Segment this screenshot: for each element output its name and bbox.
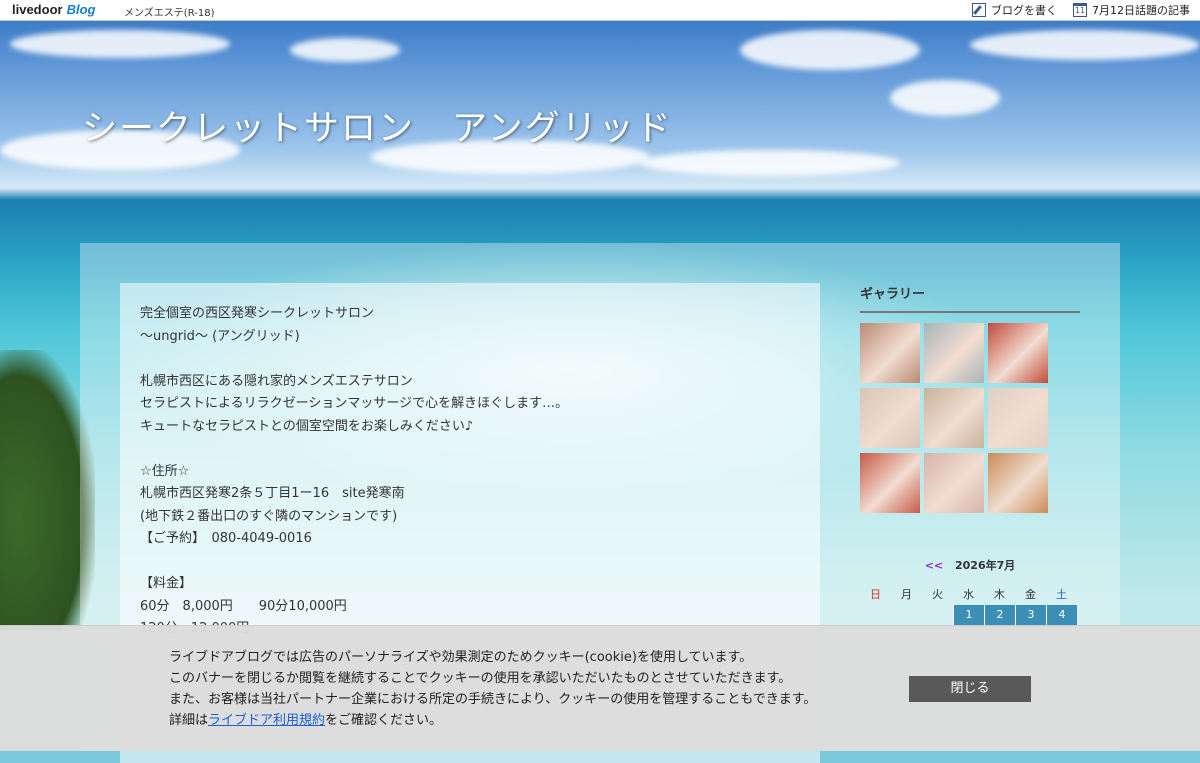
calendar-header: << 2026年7月 (860, 557, 1080, 573)
gallery-thumbnail[interactable] (860, 453, 920, 513)
cookie-detail-prefix: 詳細は (169, 713, 209, 728)
article-line: キュートなセラピストとの個室空間をお楽しみください♪ (140, 418, 474, 434)
calendar-month: 2026年7月 (955, 559, 1016, 572)
calendar-prev-link[interactable]: << (925, 559, 943, 572)
cookie-close-button[interactable]: 閉じる (909, 676, 1031, 702)
article-line: 札幌市西区発寒2条５丁目1ー16 site発寒南 (140, 486, 405, 501)
write-blog-link[interactable]: ブログを書く (972, 2, 1057, 18)
gallery-thumbnail[interactable] (988, 388, 1048, 448)
calendar-days: 1234 (860, 605, 1080, 625)
cookie-detail-suffix: をご確認ください。 (325, 713, 443, 728)
calendar-day (860, 605, 891, 625)
terms-link[interactable]: ライブドア利用規約 (208, 713, 325, 728)
blog-category-link[interactable]: メンズエステ(R-18) (124, 4, 214, 19)
cookie-banner: ライブドアブログでは広告のパーソナライズや効果測定のためクッキー(cookie)… (0, 625, 1200, 751)
calendar-weekday: 木 (994, 588, 1005, 601)
article-line: (地下鉄２番出口のすぐ隣のマンションです) (140, 508, 398, 524)
logo-text: livedoor (12, 2, 63, 17)
article-line: 60分 8,000円 90分10,000円 (140, 598, 347, 614)
sidebar: ギャラリー << 2026年7月 日 月 火 水 木 金 土 1234 (860, 283, 1080, 625)
calendar-weekday: 土 (1056, 588, 1067, 601)
cookie-line: また、お客様は当社パートナー企業における所定の手続きにより、クッキーの使用を管理… (169, 692, 817, 707)
calendar-weekday: 火 (932, 588, 943, 601)
calendar-day (922, 605, 953, 625)
calendar-day[interactable]: 2 (984, 605, 1015, 625)
trending-articles-label: 7月12日話題の記事 (1092, 4, 1190, 17)
article-line (140, 551, 800, 574)
cookie-line: 詳細はライブドア利用規約をご確認ください。 (169, 710, 816, 731)
gallery-grid (860, 323, 1080, 513)
calendar-weekday: 水 (963, 588, 974, 601)
cookie-text: ライブドアブログでは広告のパーソナライズや効果測定のためクッキー(cookie)… (169, 647, 816, 731)
gallery-thumbnail[interactable] (860, 323, 920, 383)
calendar-day[interactable]: 3 (1015, 605, 1046, 625)
livedoor-topbar: livedoor Blog メンズエステ(R-18) ブログを書く 11 7月12… (0, 0, 1200, 21)
livedoor-blog-logo[interactable]: livedoor Blog (12, 2, 95, 17)
article-line: ☆住所☆ (140, 463, 190, 479)
gallery-thumbnail[interactable] (860, 388, 920, 448)
trending-articles-link[interactable]: 11 7月12日話題の記事 (1073, 2, 1190, 18)
article-line: セラピストによるリラクゼーションマッサージで心を解きほぐします…。 (140, 396, 569, 411)
article-line: 【ご予約】 080-4049-0016 (140, 531, 312, 546)
write-blog-label: ブログを書く (991, 4, 1057, 17)
calendar-weekday: 金 (1025, 588, 1036, 601)
gallery-thumbnail[interactable] (924, 323, 984, 383)
calendar-icon: 11 (1073, 3, 1087, 17)
article-body: 完全個室の西区発寒シークレットサロン ～ungrid～ (アングリッド) 札幌市西区… (120, 283, 820, 661)
gallery-thumbnail[interactable] (988, 323, 1048, 383)
gallery-thumbnail[interactable] (924, 388, 984, 448)
calendar-weekday: 日 (870, 588, 881, 601)
pencil-icon (972, 3, 986, 17)
article-line: 札幌市西区にある隠れ家的メンズエステサロン (140, 373, 413, 389)
article-line (140, 438, 800, 461)
gallery-thumbnail[interactable] (988, 453, 1048, 513)
gallery-thumbnail[interactable] (924, 453, 984, 513)
cookie-line: ライブドアブログでは広告のパーソナライズや効果測定のためクッキー(cookie)… (169, 650, 753, 665)
article-line: ～ungrid～ (アングリッド) (140, 328, 300, 344)
calendar-weekdays: 日月火水木金土 (860, 585, 1080, 605)
blog-title[interactable]: シークレットサロン アングリッド (82, 100, 673, 151)
calendar-day[interactable]: 4 (1046, 605, 1077, 625)
article-line: 完全個室の西区発寒シークレットサロン (140, 306, 375, 321)
cookie-line: このバナーを閉じるか閲覧を継続することでクッキーの使用を承認いただいたものとさせ… (169, 671, 792, 686)
calendar-weekday: 月 (901, 588, 912, 601)
calendar-day (891, 605, 922, 625)
article-line: 【料金】 (140, 576, 193, 591)
calendar-day[interactable]: 1 (953, 605, 984, 625)
logo-blog-text: Blog (66, 2, 96, 17)
topbar-actions: ブログを書く 11 7月12日話題の記事 (972, 2, 1190, 18)
calendar: << 2026年7月 日 月 火 水 木 金 土 1234 (860, 557, 1080, 625)
article-line (140, 348, 800, 371)
gallery-title: ギャラリー (860, 283, 1080, 313)
